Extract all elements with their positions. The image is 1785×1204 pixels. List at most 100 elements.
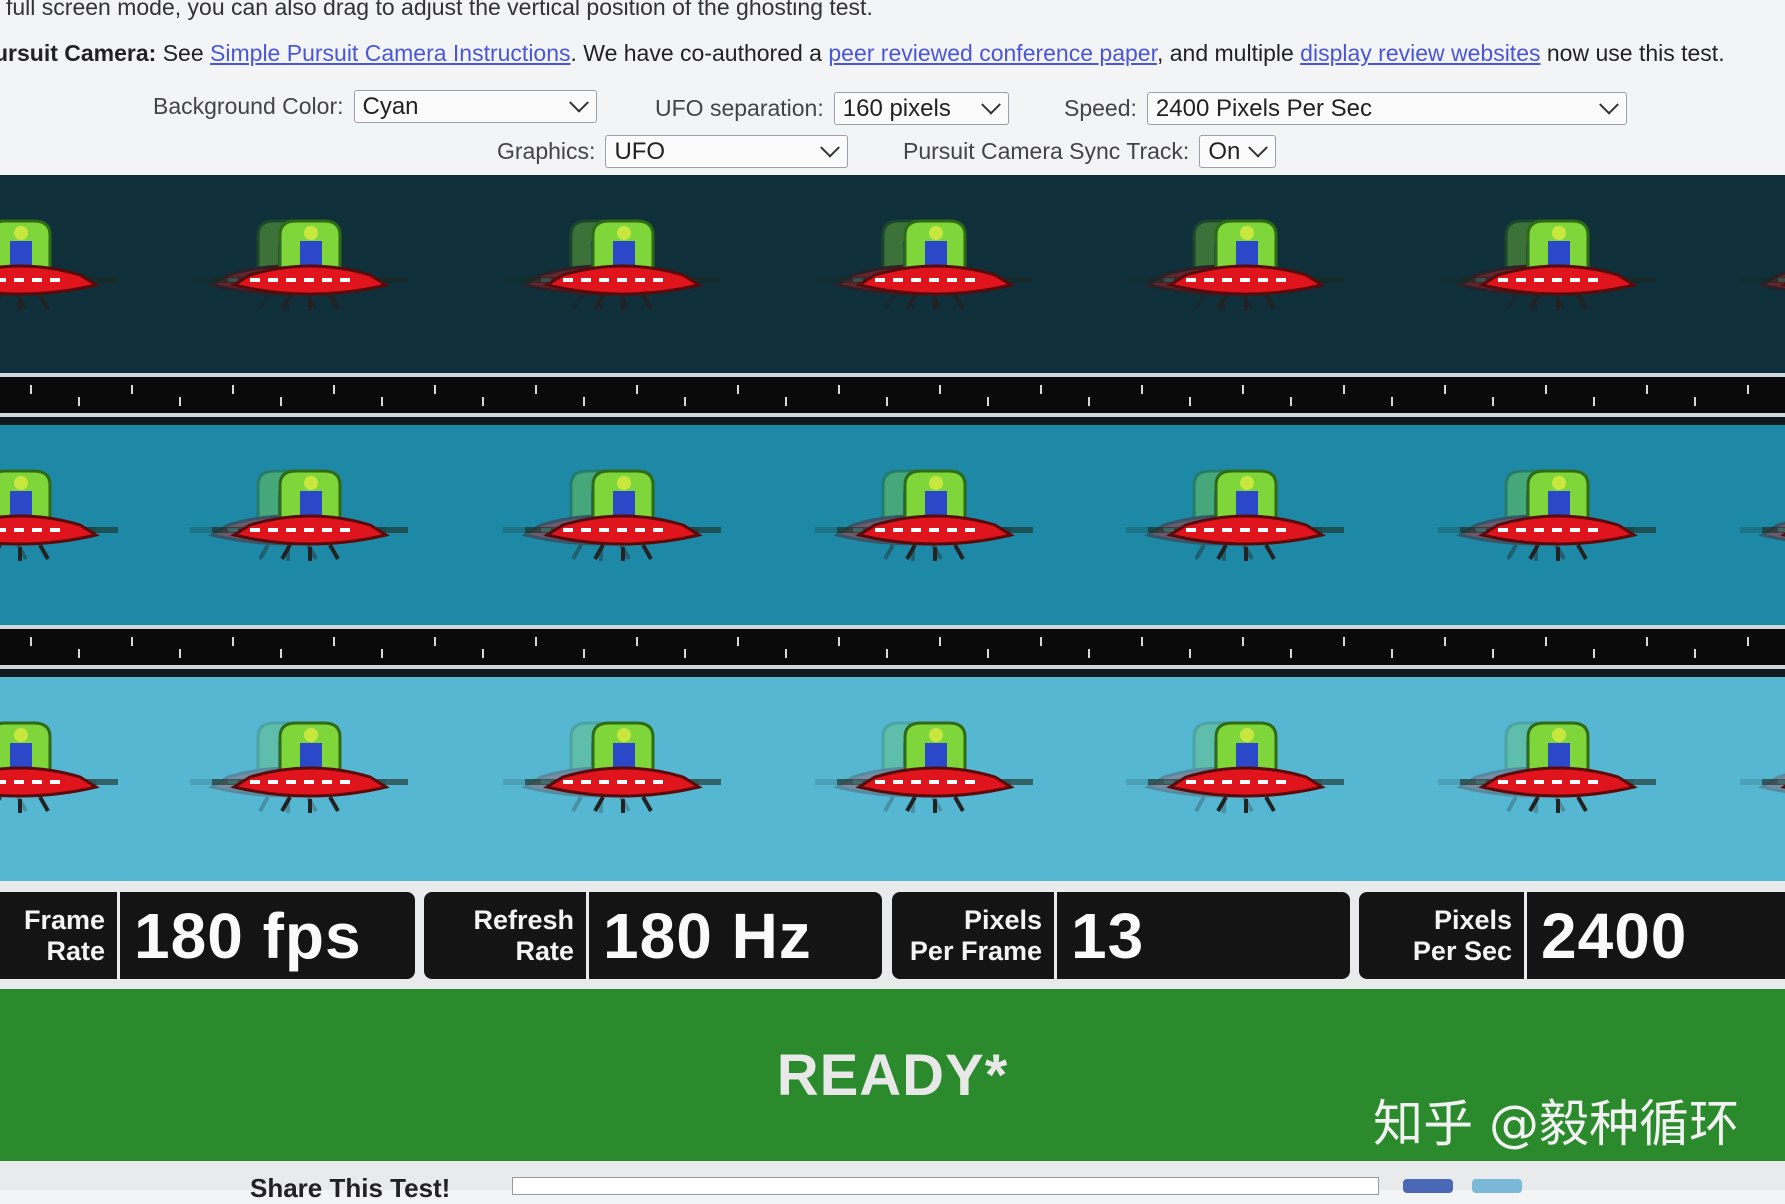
sync-tick <box>1646 385 1648 394</box>
ufo-separation-value: 160 pixels <box>842 94 951 122</box>
frame-rate-value: 180 fps <box>134 899 362 972</box>
share-url-field[interactable] <box>512 1177 1379 1195</box>
sync-tick <box>30 637 32 646</box>
sync-tick <box>1545 385 1547 394</box>
ufo-lane-dark <box>0 175 1785 373</box>
sync-tick <box>1444 637 1446 646</box>
background-color-select[interactable]: Cyan <box>353 90 597 123</box>
sync-tick <box>1141 637 1143 646</box>
sync-tick <box>333 637 335 646</box>
facebook-share-button[interactable] <box>1403 1179 1453 1193</box>
sync-tick <box>1040 637 1042 646</box>
review-websites-link[interactable]: display review websites <box>1300 40 1540 66</box>
ufo-separation-select[interactable]: 160 pixels <box>833 92 1009 125</box>
sync-tick <box>1593 649 1595 658</box>
sync-tick <box>987 397 989 406</box>
sync-tick <box>886 649 888 658</box>
ufo-sprite <box>835 465 1035 580</box>
sync-tick <box>1088 397 1090 406</box>
refresh-rate-stat: Refresh Rate 180 Hz <box>424 892 882 979</box>
pixels-per-frame-stat: Pixels Per Frame 13 <box>892 892 1350 979</box>
sync-tick <box>838 637 840 646</box>
speed-value: 2400 Pixels Per Sec <box>1155 94 1373 122</box>
pixels-per-sec-value: 2400 <box>1541 899 1688 972</box>
sync-tick <box>1343 385 1345 394</box>
sync-tick <box>838 385 840 394</box>
ufo-test-stage[interactable] <box>0 175 1785 881</box>
intro-text: full screen mode, you can also drag to a… <box>6 0 873 20</box>
refresh-rate-label-1: Refresh <box>473 904 574 935</box>
sync-tick <box>78 397 80 406</box>
sync-tick <box>1492 649 1494 658</box>
refresh-rate-label-2: Rate <box>515 935 574 966</box>
sync-tick <box>939 385 941 394</box>
sync-tick <box>785 397 787 406</box>
frame-rate-label-1: Frame <box>23 904 105 935</box>
graphics-select[interactable]: UFO <box>605 135 849 168</box>
ufo-lane-light <box>0 677 1785 881</box>
sync-tick <box>381 649 383 658</box>
sync-tick <box>1242 637 1244 646</box>
ufo-sprite <box>1458 215 1658 330</box>
refresh-rate-value: 180 Hz <box>603 899 812 972</box>
sync-tick <box>232 385 234 394</box>
chevron-down-icon <box>980 94 1001 115</box>
sync-tick <box>179 397 181 406</box>
ufo-sprite <box>1760 215 1785 330</box>
twitter-share-button[interactable] <box>1472 1179 1522 1193</box>
frame-rate-label-2: Rate <box>46 935 105 966</box>
ufo-sprite <box>1760 717 1785 832</box>
conference-paper-link[interactable]: peer reviewed conference paper <box>828 40 1157 66</box>
ufo-lane-medium <box>0 425 1785 625</box>
sync-tick <box>1545 637 1547 646</box>
sync-tick <box>636 385 638 394</box>
pixels-per-sec-stat: Pixels Per Sec 2400 <box>1359 892 1785 979</box>
ufo-sprite <box>1458 465 1658 580</box>
ufo-sprite <box>1458 717 1658 832</box>
sync-tick <box>1694 649 1696 658</box>
sync-tick <box>583 397 585 406</box>
chevron-down-icon <box>1248 137 1269 158</box>
graphics-label: Graphics: <box>497 138 596 164</box>
sync-tick <box>1694 397 1696 406</box>
speed-select[interactable]: 2400 Pixels Per Sec <box>1146 92 1627 125</box>
cam-text-1: See <box>156 40 211 66</box>
watermark: 知乎 @毅种循环 <box>1373 1095 1739 1153</box>
ppf-label-1: Pixels <box>963 904 1042 935</box>
ufo-sprite <box>523 215 723 330</box>
stats-bar: Frame Rate 180 fps Refresh Rate 180 Hz Pix… <box>0 881 1785 989</box>
chevron-down-icon <box>1599 94 1619 115</box>
sync-tick <box>1747 637 1749 646</box>
background-color-control: Background Color: Cyan <box>153 90 597 123</box>
sync-tick <box>785 649 787 658</box>
sync-tick <box>1747 385 1749 394</box>
ufo-separation-label: UFO separation: <box>655 95 824 121</box>
sync-tick <box>78 649 80 658</box>
sync-tick <box>434 637 436 646</box>
sync-tick <box>1040 385 1042 394</box>
background-color-label: Background Color: <box>153 93 344 119</box>
sync-tick <box>1290 649 1292 658</box>
cam-text-3: , and multiple <box>1156 40 1301 66</box>
sync-tick <box>535 385 537 394</box>
sync-tick <box>482 397 484 406</box>
sync-tick <box>1189 397 1191 406</box>
sync-tick <box>1141 385 1143 394</box>
sync-tick <box>1189 649 1191 658</box>
sync-tick <box>179 649 181 658</box>
sync-track-select[interactable]: On <box>1199 135 1277 168</box>
sync-tick <box>434 385 436 394</box>
sync-tick <box>1593 397 1595 406</box>
ufo-sprite <box>210 717 410 832</box>
sync-tick <box>737 385 739 394</box>
sync-tick <box>131 637 133 646</box>
ppf-label-2: Per Frame <box>909 935 1042 966</box>
sync-tick <box>381 397 383 406</box>
pursuit-instructions-link[interactable]: Simple Pursuit Camera Instructions <box>210 40 570 66</box>
sync-tick <box>232 637 234 646</box>
background-color-value: Cyan <box>362 92 419 120</box>
ufo-sprite <box>1146 465 1346 580</box>
sync-track <box>0 625 1785 669</box>
sync-tick <box>636 637 638 646</box>
status-bar: READY* 知乎 @毅种循环 <box>0 989 1785 1161</box>
